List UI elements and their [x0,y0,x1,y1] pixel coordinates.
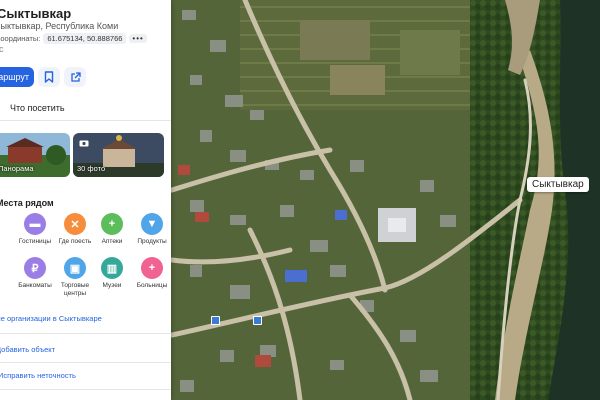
info-stub: с [0,44,4,54]
shopping-bag-icon: ▣ [64,257,86,279]
bus-stop-icon[interactable] [211,316,220,325]
place-title: Сыктывкар [0,6,72,21]
category-hospital[interactable]: + Больницы [128,257,171,290]
basket-icon: ▼ [141,213,163,235]
fix-error-link[interactable]: Исправить неточность [0,371,76,380]
place-subtitle: Сыктывкар, Республика Коми [0,21,119,31]
category-cafe[interactable]: ☕Кафе [0,213,2,246]
panorama-thumbnail[interactable]: Панорама [0,133,70,177]
museum-icon: ▥ [101,257,123,279]
place-panel: Сыктывкар Сыктывкар, Республика Коми Коо… [0,0,171,400]
category-label: Кафе [0,238,2,246]
photos-thumbnail[interactable]: 30 фото [73,133,164,177]
coordinates-value[interactable]: 61.675134, 50.888766 [43,33,127,44]
category-label: Банки [0,282,2,290]
ruble-icon: ₽ [24,257,46,279]
category-label: Больницы [136,282,168,289]
panorama-label: Панорама [0,164,34,173]
bus-stop-icon[interactable] [253,316,262,325]
coordinates-label: Координаты: [0,34,41,43]
pharmacy-icon: + [101,213,123,235]
share-button[interactable] [64,67,86,87]
bookmark-icon [44,71,54,83]
pin-label[interactable]: Сыктывкар [527,177,589,192]
add-object-link[interactable]: Добавить объект [0,345,55,354]
photos-count-label: 30 фото [77,164,106,173]
hospital-icon: + [141,257,163,279]
more-options-icon[interactable]: ••• [129,34,147,43]
divider [0,362,171,363]
route-button[interactable]: Маршрут [0,67,34,87]
cutlery-icon: ✕ [64,213,86,235]
coordinates-row: Координаты: 61.675134, 50.888766 ••• [0,33,147,44]
what-to-visit-tab[interactable]: Что посетить [10,103,65,113]
bookmark-button[interactable] [38,67,60,87]
camera-icon [79,140,89,147]
nearby-title: Места рядом [0,198,54,208]
share-icon [70,71,81,82]
bed-icon: ▬ [24,213,46,235]
divider [0,120,171,121]
category-basket[interactable]: ▼ Продукты [128,213,171,246]
divider [0,389,171,390]
category-bank[interactable]: ●Банки [0,257,2,290]
route-button-label: Маршрут [0,72,29,82]
divider [0,333,171,334]
all-organizations-link[interactable]: Все организации в Сыктывкаре [0,314,102,323]
category-label: Продукты [137,238,167,245]
